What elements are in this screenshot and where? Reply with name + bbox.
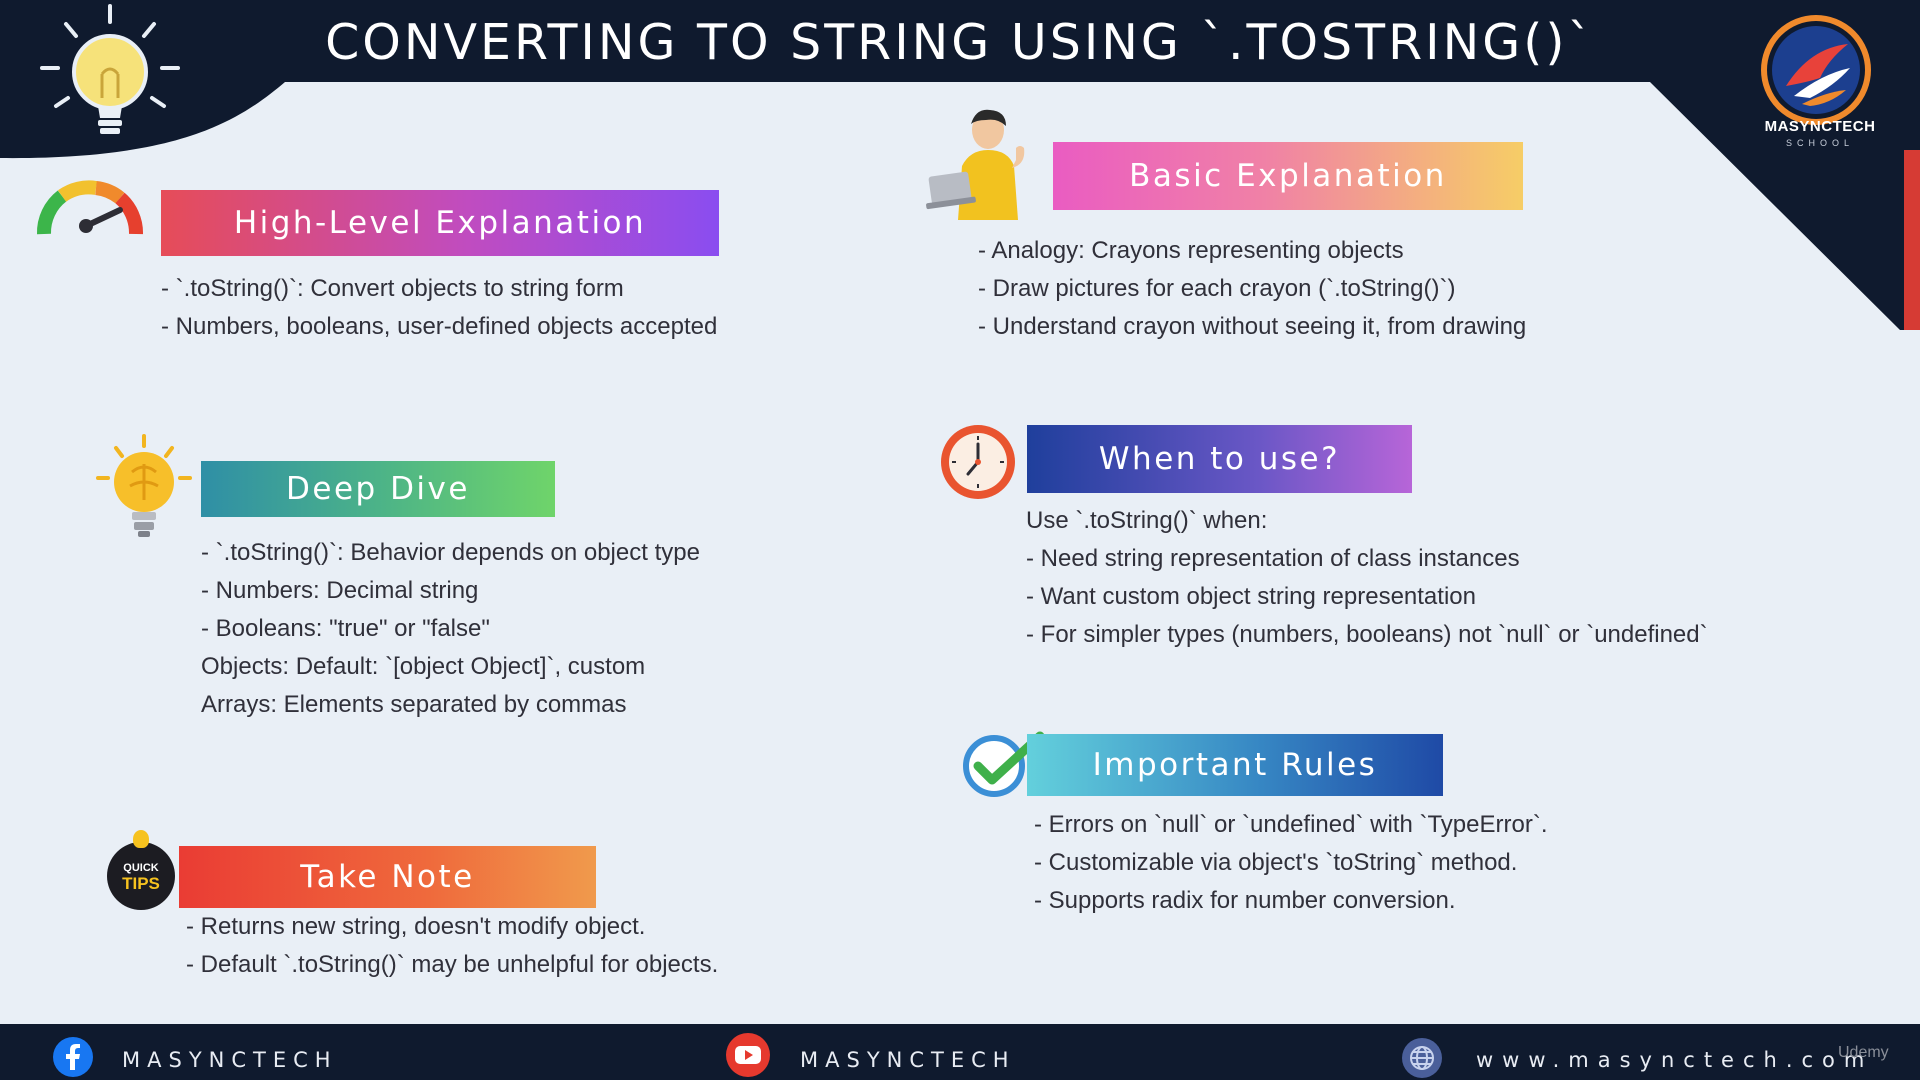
logo-subtitle: SCHOOL [1785, 138, 1854, 148]
list-item: - Booleans: "true" or "false" [201, 615, 490, 642]
list-item: - Customizable via object's `toString` m… [1034, 849, 1518, 876]
lightbulb-icon [40, 4, 180, 134]
heading-when-to-use: When to use? [1027, 425, 1412, 493]
list-item: - Errors on `null` or `undefined` with `… [1034, 811, 1548, 838]
list-item: - Draw pictures for each crayon (`.toStr… [978, 275, 1456, 302]
red-accent-bar [1904, 150, 1920, 330]
important-rules-list: - Errors on `null` or `undefined` with `… [1034, 806, 1548, 920]
brain-bulb-icon [96, 434, 192, 537]
footer-website-label[interactable]: www.masynctech.com [1476, 1048, 1873, 1072]
list-item: - Need string representation of class in… [1026, 545, 1520, 572]
heading-basic-explanation: Basic Explanation [1053, 142, 1523, 210]
list-item: - Numbers: Decimal string [201, 577, 479, 604]
quick-tips-label-top: QUICK [123, 862, 159, 874]
list-item: Use `.toString()` when: [1026, 507, 1268, 534]
list-item: - For simpler types (numbers, booleans) … [1026, 621, 1708, 648]
list-item: - Returns new string, doesn't modify obj… [186, 913, 646, 940]
person-laptop-icon [926, 109, 1025, 220]
quick-tips-label-bottom: TIPS [122, 874, 160, 893]
heading-deep-dive: Deep Dive [201, 461, 555, 517]
list-item: - `.toString()`: Convert objects to stri… [161, 275, 624, 302]
list-item: - Supports radix for number conversion. [1034, 887, 1456, 914]
list-item: - Analogy: Crayons representing objects [978, 237, 1404, 264]
deep-dive-list: - `.toString()`: Behavior depends on obj… [201, 534, 700, 724]
when-to-use-list: Use `.toString()` when: - Need string re… [1026, 502, 1708, 654]
list-item: - Want custom object string representati… [1026, 583, 1476, 610]
globe-icon[interactable] [1400, 1036, 1444, 1080]
facebook-icon[interactable] [52, 1036, 94, 1078]
heading-high-level: High-Level Explanation [161, 190, 719, 256]
list-item: - Numbers, booleans, user-defined object… [161, 313, 718, 340]
list-item: - Default `.toString()` may be unhelpful… [186, 951, 719, 978]
heading-take-note: Take Note [179, 846, 596, 908]
gauge-icon [37, 180, 143, 235]
footer-youtube-label[interactable]: MASYNCTECH [800, 1048, 1016, 1072]
clock-icon [941, 425, 1015, 499]
list-item: Objects: Default: `[object Object]`, cus… [201, 653, 646, 680]
footer-facebook-label[interactable]: MASYNCTECH [122, 1048, 338, 1072]
youtube-icon[interactable] [724, 1032, 772, 1078]
list-item: - Understand crayon without seeing it, f… [978, 313, 1527, 340]
take-note-list: - Returns new string, doesn't modify obj… [186, 908, 718, 984]
list-item: - `.toString()`: Behavior depends on obj… [201, 539, 700, 566]
page-title: CONVERTING TO STRING USING `.TOSTRING()` [325, 14, 1595, 71]
udemy-watermark: Udemy [1838, 1044, 1889, 1061]
quick-tips-icon: QUICK TIPS [107, 830, 175, 910]
high-level-list: - `.toString()`: Convert objects to stri… [161, 270, 717, 346]
logo-name: MASYNCTECH [1764, 118, 1876, 135]
heading-important-rules: Important Rules [1027, 734, 1443, 796]
basic-list: - Analogy: Crayons representing objects … [978, 232, 1526, 346]
list-item: Arrays: Elements separated by commas [201, 691, 627, 718]
